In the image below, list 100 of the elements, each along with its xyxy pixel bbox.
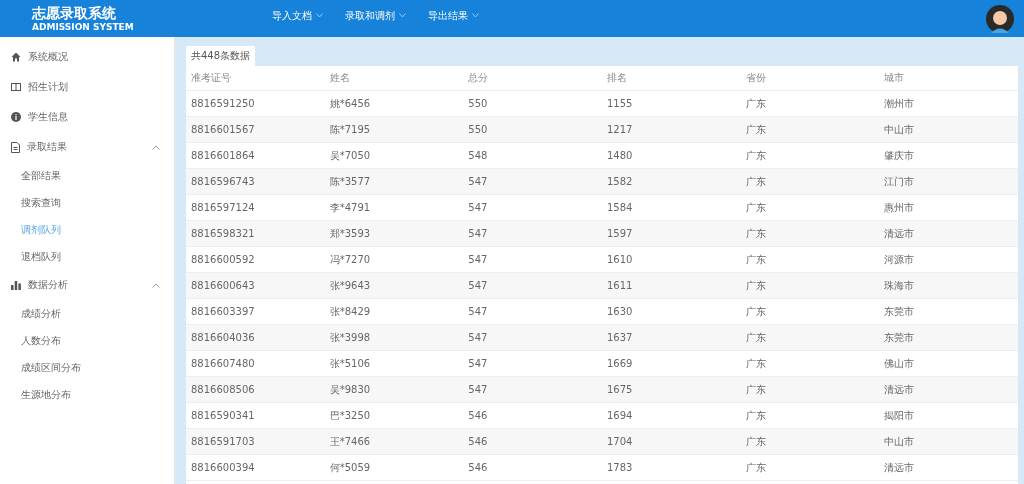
home-icon [11,52,21,62]
table-cell-text: 8816601567 [190,124,256,135]
table-cell-text: 1155 [606,98,634,109]
app-title: 志愿录取系统 [32,4,117,21]
sidebar-subitem[interactable]: 人数分布 [0,327,174,354]
table-cell-text: 广东 [744,278,767,293]
table-cell-text: 1675 [606,384,634,395]
table-cell-text: 中山市 [883,434,916,449]
column-header: 准考证号 [190,71,232,85]
table-cell-text: 清远市 [883,382,916,397]
table-row[interactable]: 8816600394 何*5059 546 1783 广东 清远市 [186,455,1018,481]
table-cell-text: 广东 [744,148,767,163]
sidebar-subitem[interactable]: 成绩区间分布 [0,354,174,381]
table-cell-text: 546 [467,436,489,447]
table-cell-text: 广东 [744,252,767,267]
sidebar-item[interactable]: 数据分析 [0,270,174,300]
table-row[interactable]: 8816600643 张*9643 547 1611 广东 珠海市 [186,273,1018,299]
table-cell-text: 河源市 [883,252,916,267]
table-cell-text: 中山市 [883,122,916,137]
table-cell-text: 清远市 [883,460,916,475]
table-cell-text: 8816597124 [190,202,256,213]
caret-icon [399,13,406,18]
column-header: 排名 [606,71,628,85]
table-cell-text: 547 [467,280,489,291]
table-cell-text: 8816600394 [190,462,256,473]
column-header: 城市 [883,71,906,85]
avatar-icon[interactable] [986,4,1014,33]
sidebar-item[interactable]: 系统概况 [0,42,174,72]
table-cell-text: 陈*3577 [328,174,372,189]
table-cell-text: 1597 [606,228,634,239]
table-cell-text: 8816603397 [190,306,256,317]
table-cell-text: 潮州市 [883,96,916,111]
column-header: 省份 [744,71,767,85]
table-cell-text: 8816598321 [190,228,256,239]
table-cell-text: 广东 [744,122,767,137]
table-cell-text: 548 [467,150,489,161]
table-cell-text: 广东 [744,356,767,371]
app-subtitle: ADMISSION SYSTEM [32,20,135,33]
table-cell-text: 广东 [744,304,767,319]
table-cell-text: 东莞市 [883,330,916,345]
caret-icon [316,13,323,18]
sidebar-subitem[interactable]: 成绩分析 [0,300,174,327]
column-header: 姓名 [328,71,351,85]
sidebar-item[interactable]: 录取结果 [0,132,174,162]
table-row[interactable]: 8816596743 陈*3577 547 1582 广东 江门市 [186,169,1018,195]
table-cell-text: 547 [467,384,489,395]
table-cell-text: 陈*7195 [328,122,372,137]
table-cell-text: 揭阳市 [883,408,916,423]
record-count-tab[interactable]: 共448条数据 [186,46,256,66]
table-cell-text: 8816600592 [190,254,256,265]
table-cell-text: 547 [467,254,489,265]
table-cell-text: 张*9643 [328,278,372,293]
table-cell-text: 8816608506 [190,384,256,395]
table-cell-text: 546 [467,462,489,473]
table-cell-text: 广东 [744,382,767,397]
table-cell-text: 广东 [744,434,767,449]
table-cell-text: 冯*7270 [328,252,372,267]
table-cell-text: 吴*7050 [328,148,372,163]
sidebar-item[interactable]: 招生计划 [0,72,174,102]
table-cell-text: 550 [467,124,489,135]
table-cell-text: 1704 [606,436,634,447]
table-cell-text: 肇庆市 [883,148,916,163]
nav-menu[interactable]: 导出结果 [424,8,483,29]
table-cell-text: 张*5106 [328,356,372,371]
table-cell-text: 1669 [606,358,634,369]
table-cell-text: 1582 [606,176,634,187]
nav-menu[interactable]: 导入文档 [268,8,327,29]
table-cell-text: 清远市 [883,226,916,241]
table-cell-text: 1637 [606,332,634,343]
table-cell-text: 王*7466 [328,434,372,449]
table-cell-text: 8816604036 [190,332,256,343]
table-cell-text: 广东 [744,200,767,215]
table-cell-text: 8816591250 [190,98,256,109]
table-row[interactable]: 8816601567 陈*7195 550 1217 广东 中山市 [186,117,1018,143]
sidebar-subitem[interactable]: 生源地分布 [0,381,174,408]
sidebar-item[interactable]: 学生信息 [0,102,174,132]
table-cell-text: 547 [467,228,489,239]
table-row[interactable]: 8816604036 张*3998 547 1637 广东 东莞市 [186,325,1018,351]
table-cell-text: 1584 [606,202,634,213]
table-cell-text: 广东 [744,408,767,423]
table-cell-text: 8816601864 [190,150,256,161]
table-cell-text: 547 [467,358,489,369]
table-row[interactable]: 8816608506 吴*9830 547 1675 广东 清远市 [186,377,1018,403]
table-cell-text: 1783 [606,462,634,473]
table-cell-text: 吴*9830 [328,382,372,397]
nav-menu[interactable]: 录取和调剂 [341,8,410,29]
sidebar-subitem[interactable]: 全部结果 [0,162,174,189]
table-cell-text: 1480 [606,150,634,161]
table-row[interactable]: 8816598321 郑*3593 547 1597 广东 清远市 [186,221,1018,247]
table-cell-text: 546 [467,410,489,421]
table-row[interactable]: 8816591703 王*7466 546 1704 广东 中山市 [186,429,1018,455]
table-cell-text: 广东 [744,174,767,189]
table-cell-text: 郑*3593 [328,226,372,241]
table-cell-text: 张*3998 [328,330,372,345]
table-cell-text: 1630 [606,306,634,317]
table-cell-text: 1611 [606,280,634,291]
sidebar-subitem[interactable]: 搜索查询 [0,189,174,216]
column-header: 总分 [467,71,490,85]
sidebar-subitem[interactable]: 退档队列 [0,243,174,270]
bar-chart-icon [11,280,21,290]
